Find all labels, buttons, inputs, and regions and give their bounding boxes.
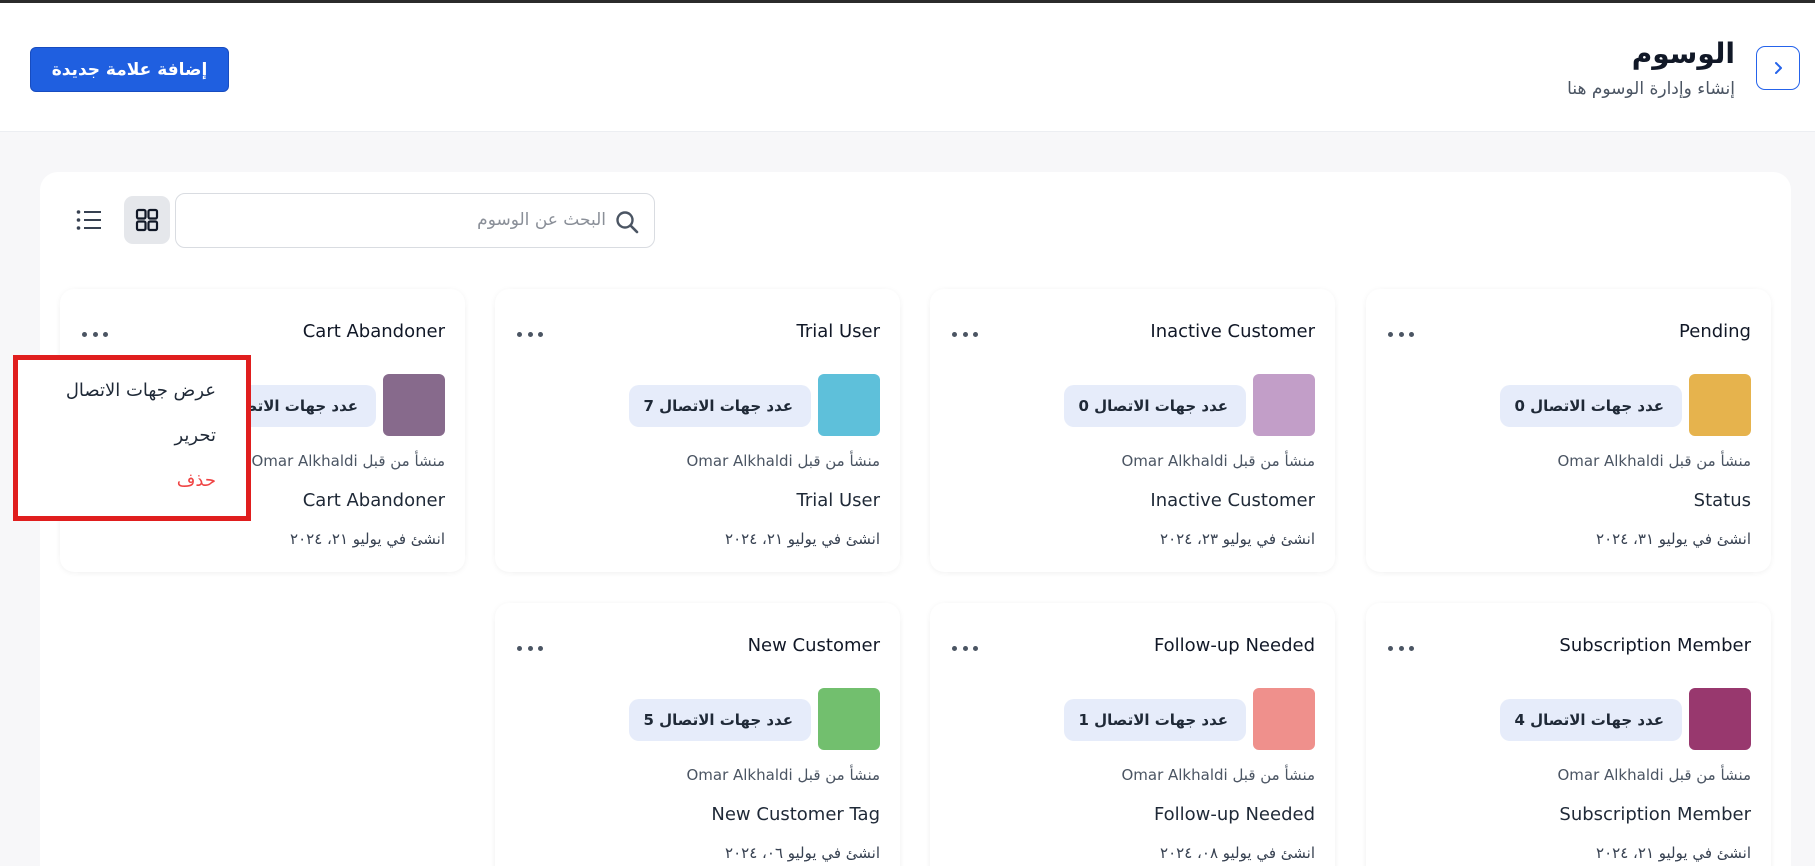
tag-description: Status bbox=[1693, 490, 1751, 511]
contacts-count-badge[interactable]: عدد جهات الاتصال 5 bbox=[629, 699, 811, 741]
tag-description: Cart Abandoner bbox=[302, 490, 445, 511]
list-view-button[interactable] bbox=[72, 196, 106, 244]
tag-color-swatch bbox=[1689, 688, 1751, 750]
contacts-count-badge[interactable]: عدد جهات الاتصال 0 bbox=[1064, 385, 1246, 427]
tag-color-swatch bbox=[1689, 374, 1751, 436]
more-horizontal-icon[interactable] bbox=[1388, 643, 1414, 653]
tag-card[interactable]: Follow-up Needed عدد جهات الاتصال 1 منشأ… bbox=[930, 603, 1335, 866]
menu-item-edit[interactable]: تحرير bbox=[174, 425, 216, 446]
page-header: الوسوم إنشاء وإدارة الوسوم هنا إضافة علا… bbox=[0, 3, 1815, 132]
tag-color-swatch bbox=[1253, 688, 1315, 750]
tag-title: Pending bbox=[1679, 321, 1751, 342]
tag-created-date: انشئ في يوليو ٢٣، ٢٠٢٤ bbox=[1160, 530, 1315, 548]
tag-title: Follow-up Needed bbox=[1153, 635, 1315, 656]
tag-title: Inactive Customer bbox=[1150, 321, 1315, 342]
more-horizontal-icon[interactable] bbox=[952, 329, 978, 339]
tag-description: Follow-up Needed bbox=[1153, 804, 1315, 825]
more-horizontal-icon[interactable] bbox=[82, 329, 108, 339]
grid-icon bbox=[135, 208, 159, 232]
add-tag-button[interactable]: إضافة علامة جديدة bbox=[30, 47, 229, 92]
tag-title: New Customer bbox=[747, 635, 880, 656]
tag-card[interactable]: Trial User عدد جهات الاتصال 7 منشأ من قب… bbox=[495, 289, 900, 572]
tag-title: Trial User bbox=[796, 321, 880, 342]
tag-creator: منشأ من قبل Omar Alkhaldi bbox=[686, 452, 880, 470]
tag-description: Subscription Member bbox=[1559, 804, 1751, 825]
search-placeholder: البحث عن الوسوم bbox=[477, 210, 606, 230]
tag-created-date: انشئ في يوليو ٠٦، ٢٠٢٤ bbox=[725, 844, 880, 862]
tag-color-swatch bbox=[818, 374, 880, 436]
tag-color-swatch bbox=[818, 688, 880, 750]
chevron-right-icon bbox=[1775, 62, 1782, 74]
more-horizontal-icon[interactable] bbox=[517, 329, 543, 339]
tag-description: New Customer Tag bbox=[711, 804, 880, 825]
tag-created-date: انشئ في يوليو ٠٨، ٢٠٢٤ bbox=[1160, 844, 1315, 862]
tag-creator: منشأ من قبل Omar Alkhaldi bbox=[686, 766, 880, 784]
more-horizontal-icon[interactable] bbox=[952, 643, 978, 653]
page-subtitle: إنشاء وإدارة الوسوم هنا bbox=[1567, 79, 1735, 99]
contacts-count-badge[interactable]: عدد جهات الاتصال 0 bbox=[1500, 385, 1682, 427]
more-horizontal-icon[interactable] bbox=[517, 643, 543, 653]
tag-card[interactable]: Inactive Customer عدد جهات الاتصال 0 منش… bbox=[930, 289, 1335, 572]
tag-description: Inactive Customer bbox=[1150, 490, 1315, 511]
grid-view-button[interactable] bbox=[124, 196, 170, 244]
tag-card[interactable]: Pending عدد جهات الاتصال 0 منشأ من قبل O… bbox=[1366, 289, 1771, 572]
tag-title: Subscription Member bbox=[1559, 635, 1751, 656]
tag-created-date: انشئ في يوليو ٢١، ٢٠٢٤ bbox=[725, 530, 880, 548]
contacts-count-badge[interactable]: عدد جهات الاتصال 7 bbox=[629, 385, 811, 427]
more-horizontal-icon[interactable] bbox=[1388, 329, 1414, 339]
tag-card[interactable]: Subscription Member عدد جهات الاتصال 4 م… bbox=[1366, 603, 1771, 866]
tag-created-date: انشئ في يوليو ٢١، ٢٠٢٤ bbox=[1596, 844, 1751, 862]
tag-description: Trial User bbox=[796, 490, 880, 511]
contacts-count-badge[interactable]: عدد جهات الاتصال 1 bbox=[1064, 699, 1246, 741]
menu-item-view-contacts[interactable]: عرض جهات الاتصال bbox=[66, 380, 216, 401]
contacts-count-badge[interactable]: عدد جهات الاتصال 4 bbox=[1500, 699, 1682, 741]
tag-card[interactable]: New Customer عدد جهات الاتصال 5 منشأ من … bbox=[495, 603, 900, 866]
list-icon bbox=[76, 210, 101, 230]
search-icon bbox=[616, 211, 639, 234]
tag-creator: منشأ من قبل Omar Alkhaldi bbox=[1557, 452, 1751, 470]
tag-creator: منشأ من قبل Omar Alkhaldi bbox=[1121, 766, 1315, 784]
tag-creator: منشأ من قبل Omar Alkhaldi bbox=[1557, 766, 1751, 784]
page-title: الوسوم bbox=[1631, 37, 1735, 70]
tag-created-date: انشئ في يوليو ٢١، ٢٠٢٤ bbox=[290, 530, 445, 548]
tag-creator: منشأ من قبل Omar Alkhaldi bbox=[251, 452, 445, 470]
tag-created-date: انشئ في يوليو ٣١، ٢٠٢٤ bbox=[1596, 530, 1751, 548]
tag-creator: منشأ من قبل Omar Alkhaldi bbox=[1121, 452, 1315, 470]
back-button[interactable] bbox=[1756, 46, 1800, 90]
tag-color-swatch bbox=[383, 374, 445, 436]
tag-title: Cart Abandoner bbox=[302, 321, 445, 342]
tag-color-swatch bbox=[1253, 374, 1315, 436]
search-input[interactable]: البحث عن الوسوم bbox=[175, 193, 655, 248]
menu-item-delete[interactable]: حذف bbox=[177, 470, 216, 491]
card-actions-menu: عرض جهات الاتصال تحرير حذف bbox=[13, 355, 251, 521]
